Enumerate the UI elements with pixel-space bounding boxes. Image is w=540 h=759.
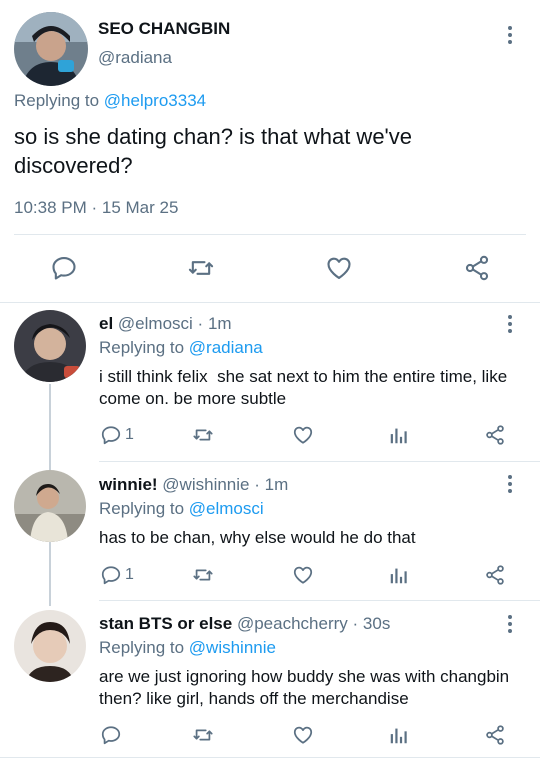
- reply-icon[interactable]: [50, 254, 78, 282]
- retweet-icon[interactable]: [190, 424, 216, 446]
- replying-to-label: Replying to: [14, 91, 104, 110]
- replying-to-label: Replying to: [99, 499, 189, 518]
- handle[interactable]: @peachcherry: [237, 614, 348, 633]
- reply-header: el @elmosci · 1m: [99, 314, 232, 334]
- replying-to-handle[interactable]: @radiana: [189, 338, 263, 357]
- retweet-icon[interactable]: [186, 254, 216, 282]
- display-name[interactable]: el: [99, 314, 113, 333]
- share-icon[interactable]: [483, 724, 507, 746]
- dot-separator: ·: [352, 614, 359, 633]
- reply-button[interactable]: 1: [100, 564, 134, 586]
- reply-text: are we just ignoring how buddy she was w…: [99, 667, 510, 708]
- reply-header: stan BTS or else @peachcherry · 30s: [99, 614, 390, 634]
- share-icon[interactable]: [462, 254, 492, 282]
- avatar[interactable]: [14, 610, 86, 682]
- like-icon[interactable]: [291, 564, 315, 586]
- replying-to-handle[interactable]: @wishinnie: [189, 638, 276, 657]
- tweet-timestamp[interactable]: 10:38 PM · 15 Mar 25: [14, 198, 178, 218]
- reply-count: 1: [125, 426, 134, 443]
- replying-to: Replying to @wishinnie: [99, 638, 276, 658]
- like-icon[interactable]: [325, 254, 353, 282]
- display-name[interactable]: SEO CHANGBIN: [98, 19, 230, 39]
- tweet-text: so is she dating chan? is that what we'v…: [14, 124, 412, 178]
- divider: [14, 234, 526, 235]
- like-icon[interactable]: [291, 724, 315, 746]
- display-name[interactable]: stan BTS or else: [99, 614, 232, 633]
- replying-to-handle[interactable]: @helpro3334: [104, 91, 206, 110]
- analytics-icon[interactable]: [388, 564, 410, 586]
- divider: [0, 757, 540, 758]
- reply-icon: [100, 424, 122, 446]
- reply-button[interactable]: 1: [100, 424, 134, 446]
- reply-time[interactable]: 1m: [265, 475, 289, 494]
- replying-to-label: Replying to: [99, 638, 189, 657]
- handle[interactable]: @radiana: [98, 48, 172, 68]
- avatar[interactable]: [14, 310, 86, 382]
- replying-to-label: Replying to: [99, 338, 189, 357]
- analytics-icon[interactable]: [388, 424, 410, 446]
- share-icon[interactable]: [483, 564, 507, 586]
- divider: [99, 600, 540, 601]
- dot-separator: ·: [254, 475, 260, 494]
- more-options-icon[interactable]: [500, 312, 520, 336]
- reply-time[interactable]: 1m: [208, 314, 232, 333]
- more-options-icon[interactable]: [500, 612, 520, 636]
- divider: [99, 461, 540, 462]
- replying-to: Replying to @helpro3334: [14, 91, 206, 111]
- divider: [0, 302, 540, 303]
- handle[interactable]: @wishinnie: [162, 475, 249, 494]
- replying-to-handle[interactable]: @elmosci: [189, 499, 264, 518]
- reply-icon: [100, 564, 122, 586]
- reply-header: winnie! @wishinnie · 1m: [99, 475, 288, 495]
- replying-to: Replying to @radiana: [99, 338, 263, 358]
- reply-time[interactable]: 30s: [363, 614, 390, 633]
- like-icon[interactable]: [291, 424, 315, 446]
- reply-button[interactable]: [100, 724, 125, 746]
- avatar[interactable]: [14, 12, 88, 86]
- analytics-icon[interactable]: [388, 724, 410, 746]
- more-options-icon[interactable]: [500, 23, 520, 47]
- dot-separator: ·: [197, 314, 204, 333]
- reply-icon: [100, 724, 122, 746]
- display-name[interactable]: winnie!: [99, 475, 158, 494]
- share-icon[interactable]: [483, 424, 507, 446]
- retweet-icon[interactable]: [190, 564, 216, 586]
- handle[interactable]: @elmosci: [118, 314, 193, 333]
- reply-count: 1: [125, 566, 134, 583]
- retweet-icon[interactable]: [190, 724, 216, 746]
- replying-to: Replying to @elmosci: [99, 499, 264, 519]
- reply-text: i still think felix she sat next to him …: [99, 367, 512, 408]
- more-options-icon[interactable]: [500, 472, 520, 496]
- reply-text: has to be chan, why else would he do tha…: [99, 528, 416, 547]
- avatar[interactable]: [14, 470, 86, 542]
